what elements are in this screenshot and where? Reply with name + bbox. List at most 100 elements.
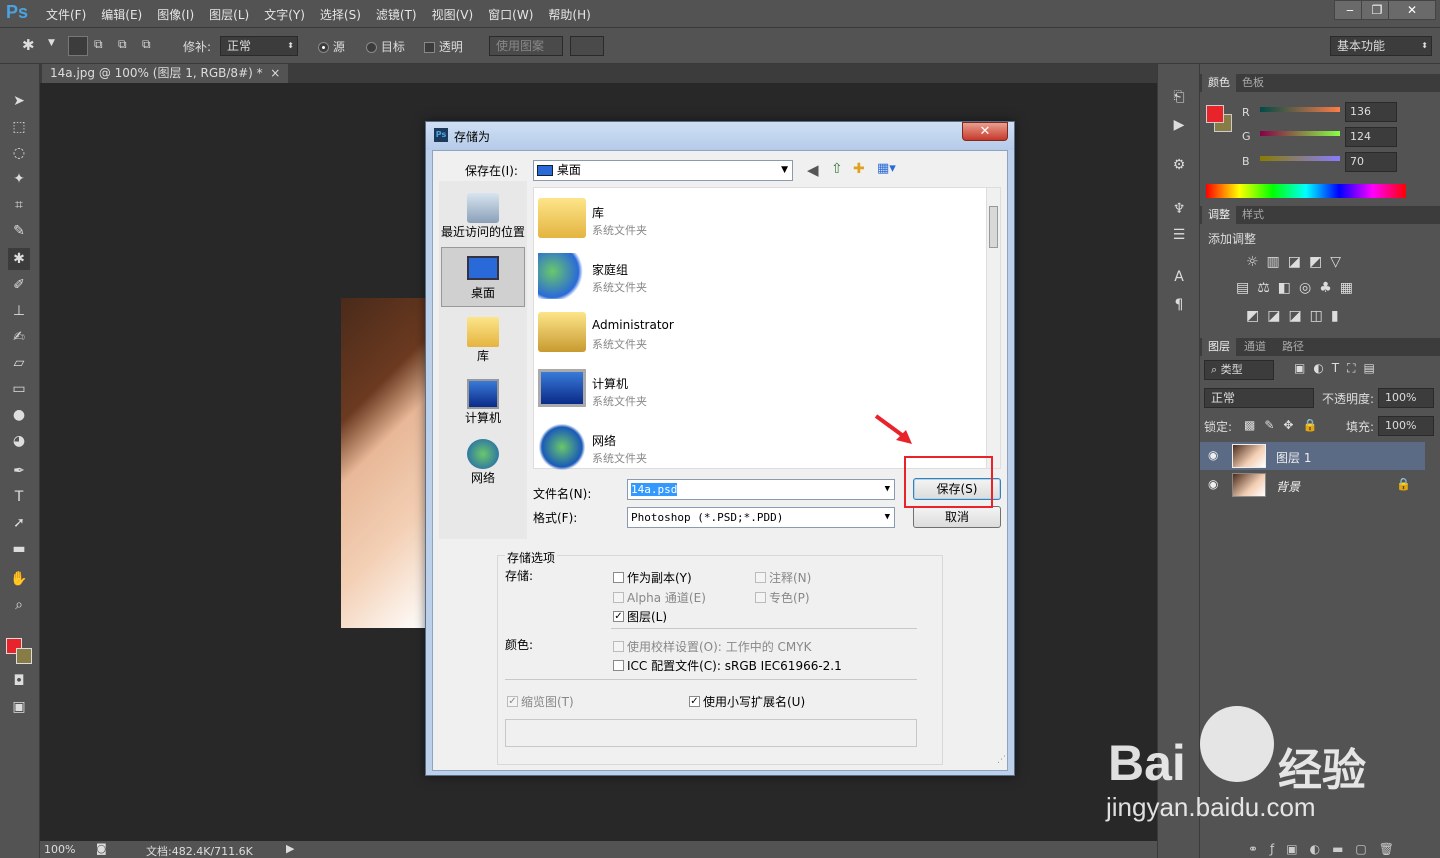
menu-file[interactable]: 文件(F) <box>46 6 86 23</box>
character-panel-icon[interactable]: A <box>1168 266 1190 288</box>
icc-checkbox[interactable]: ICC 配置文件(C): sRGB IEC61966-2.1 <box>613 657 842 674</box>
quick-mask-icon[interactable]: ◘ <box>8 670 30 692</box>
blend-mode-select[interactable]: 正常 <box>1204 388 1314 408</box>
eye-icon[interactable]: ◉ <box>1208 477 1218 491</box>
background-color[interactable] <box>16 648 32 664</box>
eyedropper-icon[interactable]: ✎ <box>8 220 30 242</box>
patch-mode-select[interactable]: 正常 ⬍ <box>220 36 298 56</box>
brush-tool-icon[interactable]: ✐ <box>8 274 30 296</box>
tab-layers[interactable]: 图层 <box>1202 338 1236 356</box>
opacity-field[interactable]: 100% <box>1378 388 1434 408</box>
tab-swatches[interactable]: 色板 <box>1236 74 1270 92</box>
b-slider[interactable] <box>1260 156 1340 161</box>
subtract-selection-icon[interactable]: ⧉ <box>118 37 127 52</box>
place-library[interactable]: 库 <box>441 317 525 364</box>
shape-tool-icon[interactable]: ▬ <box>8 538 30 560</box>
cancel-button[interactable]: 取消 <box>913 506 1001 528</box>
place-network[interactable]: 网络 <box>441 439 525 486</box>
use-proof-checkbox[interactable]: 使用校样设置(O): 工作中的 CMYK <box>613 638 811 655</box>
patch-tool-icon[interactable]: ✱ <box>8 248 30 270</box>
status-menu-icon[interactable]: ▶ <box>286 842 294 855</box>
adjustment-icons-row3[interactable]: ◩◪◪◫▮ <box>1246 308 1347 324</box>
brush-presets-icon[interactable]: ☰ <box>1168 224 1190 246</box>
layers-checkbox[interactable]: ✓ 图层(L) <box>613 608 667 625</box>
r-value[interactable]: 136 <box>1345 102 1397 122</box>
intersect-selection-icon[interactable]: ⧉ <box>142 37 151 52</box>
hand-tool-icon[interactable]: ✋ <box>8 568 30 590</box>
history-panel-icon[interactable]: ⎗ <box>1168 86 1190 108</box>
tab-adjustments[interactable]: 调整 <box>1202 206 1236 224</box>
source-radio[interactable]: 源 <box>318 38 345 55</box>
move-tool-icon[interactable]: ➤ <box>8 90 30 112</box>
target-radio[interactable]: 目标 <box>366 38 405 55</box>
workspace-select[interactable]: 基本功能 ⬍ <box>1330 36 1432 56</box>
fg-color-swatch[interactable] <box>1206 105 1224 123</box>
scrollbar-thumb[interactable] <box>989 206 998 248</box>
fill-field[interactable]: 100% <box>1378 416 1434 436</box>
menu-filter[interactable]: 滤镜(T) <box>376 6 417 23</box>
pen-tool-icon[interactable]: ✒ <box>8 460 30 482</box>
back-icon[interactable]: ◀ <box>807 161 819 179</box>
eraser-tool-icon[interactable]: ▱ <box>8 352 30 374</box>
adjustment-icons-row2[interactable]: ▤⚖◧◎♣▦ <box>1236 280 1361 296</box>
new-folder-icon[interactable]: ✚ <box>853 161 865 177</box>
scrollbar[interactable] <box>986 188 1000 468</box>
eye-icon[interactable]: ◉ <box>1208 448 1218 462</box>
screen-mode-icon[interactable]: ▣ <box>8 696 30 718</box>
layer-filter-icons[interactable]: ▣◐T⛶▤ <box>1294 361 1383 376</box>
lasso-tool-icon[interactable]: ◌ <box>8 142 30 164</box>
type-tool-icon[interactable]: T <box>8 486 30 508</box>
file-list[interactable]: 库 系统文件夹 家庭组 系统文件夹 Administrator 系统文件夹 计算… <box>533 187 1001 470</box>
menu-edit[interactable]: 编辑(E) <box>101 6 142 23</box>
adjustment-icons-row1[interactable]: ☼▥◪◩▽ <box>1246 254 1349 270</box>
place-computer[interactable]: 计算机 <box>441 379 525 426</box>
layer-footer-icons[interactable]: ⚭ƒ▣◐▬▢🗑 <box>1248 842 1406 856</box>
gradient-tool-icon[interactable]: ▭ <box>8 378 30 400</box>
resize-grip-icon[interactable]: ⋰ <box>997 755 1006 765</box>
tab-close-icon[interactable]: × <box>270 66 280 80</box>
tab-styles[interactable]: 样式 <box>1236 206 1270 224</box>
place-desktop[interactable]: 桌面 <box>441 247 525 307</box>
b-value[interactable]: 70 <box>1345 152 1397 172</box>
lowercase-ext-checkbox[interactable]: ✓ 使用小写扩展名(U) <box>689 693 805 710</box>
brush-panel-icon[interactable]: ♆ <box>1168 198 1190 220</box>
new-selection-icon[interactable] <box>68 36 88 56</box>
color-spectrum[interactable] <box>1206 184 1406 198</box>
use-pattern-button[interactable]: 使用图案 <box>489 36 563 56</box>
menu-image[interactable]: 图像(I) <box>157 6 194 23</box>
crop-tool-icon[interactable]: ⌗ <box>8 194 30 216</box>
dialog-close-button[interactable]: ✕ <box>962 122 1008 141</box>
spot-checkbox[interactable]: 专色(P) <box>755 589 810 606</box>
layer-filter-select[interactable]: ⌕ 类型 <box>1204 360 1274 380</box>
menu-layer[interactable]: 图层(L) <box>209 6 249 23</box>
as-copy-checkbox[interactable]: 作为副本(Y) <box>613 569 692 586</box>
zoom-level[interactable]: 100% <box>44 843 75 856</box>
status-info-icon[interactable]: ◙ <box>96 842 107 855</box>
chevron-down-icon[interactable]: ▼ <box>48 38 55 48</box>
add-selection-icon[interactable]: ⧉ <box>94 37 103 52</box>
view-menu-icon[interactable]: ▦▾ <box>877 161 896 176</box>
format-select[interactable]: Photoshop (*.PSD;*.PDD) ▼ <box>627 507 895 528</box>
history-brush-icon[interactable]: ✍ <box>8 326 30 348</box>
menu-view[interactable]: 视图(V) <box>432 6 474 23</box>
tab-paths[interactable]: 路径 <box>1276 338 1310 356</box>
alpha-checkbox[interactable]: Alpha 通道(E) <box>613 589 706 606</box>
list-item[interactable]: 库 系统文件夹 <box>538 190 978 246</box>
zoom-tool-icon[interactable]: ⌕ <box>8 594 30 616</box>
menu-help[interactable]: 帮助(H) <box>548 6 590 23</box>
place-recent[interactable]: 最近访问的位置 <box>441 193 525 240</box>
g-value[interactable]: 124 <box>1345 127 1397 147</box>
magic-wand-icon[interactable]: ✦ <box>8 168 30 190</box>
blur-tool-icon[interactable]: ● <box>8 404 30 426</box>
paragraph-panel-icon[interactable]: ¶ <box>1168 294 1190 316</box>
g-slider[interactable] <box>1260 131 1340 136</box>
close-button[interactable]: ✕ <box>1388 0 1436 20</box>
layer-row[interactable]: ◉ 背景 🔒 <box>1200 471 1425 499</box>
marquee-tool-icon[interactable]: ⬚ <box>8 116 30 138</box>
notes-checkbox[interactable]: 注释(N) <box>755 569 811 586</box>
path-select-icon[interactable]: ➚ <box>8 512 30 534</box>
r-slider[interactable] <box>1260 107 1340 112</box>
menu-window[interactable]: 窗口(W) <box>488 6 533 23</box>
lock-icons[interactable]: ▩✎✥🔒 <box>1244 418 1326 432</box>
list-item[interactable]: 计算机 系统文件夹 <box>538 361 978 417</box>
